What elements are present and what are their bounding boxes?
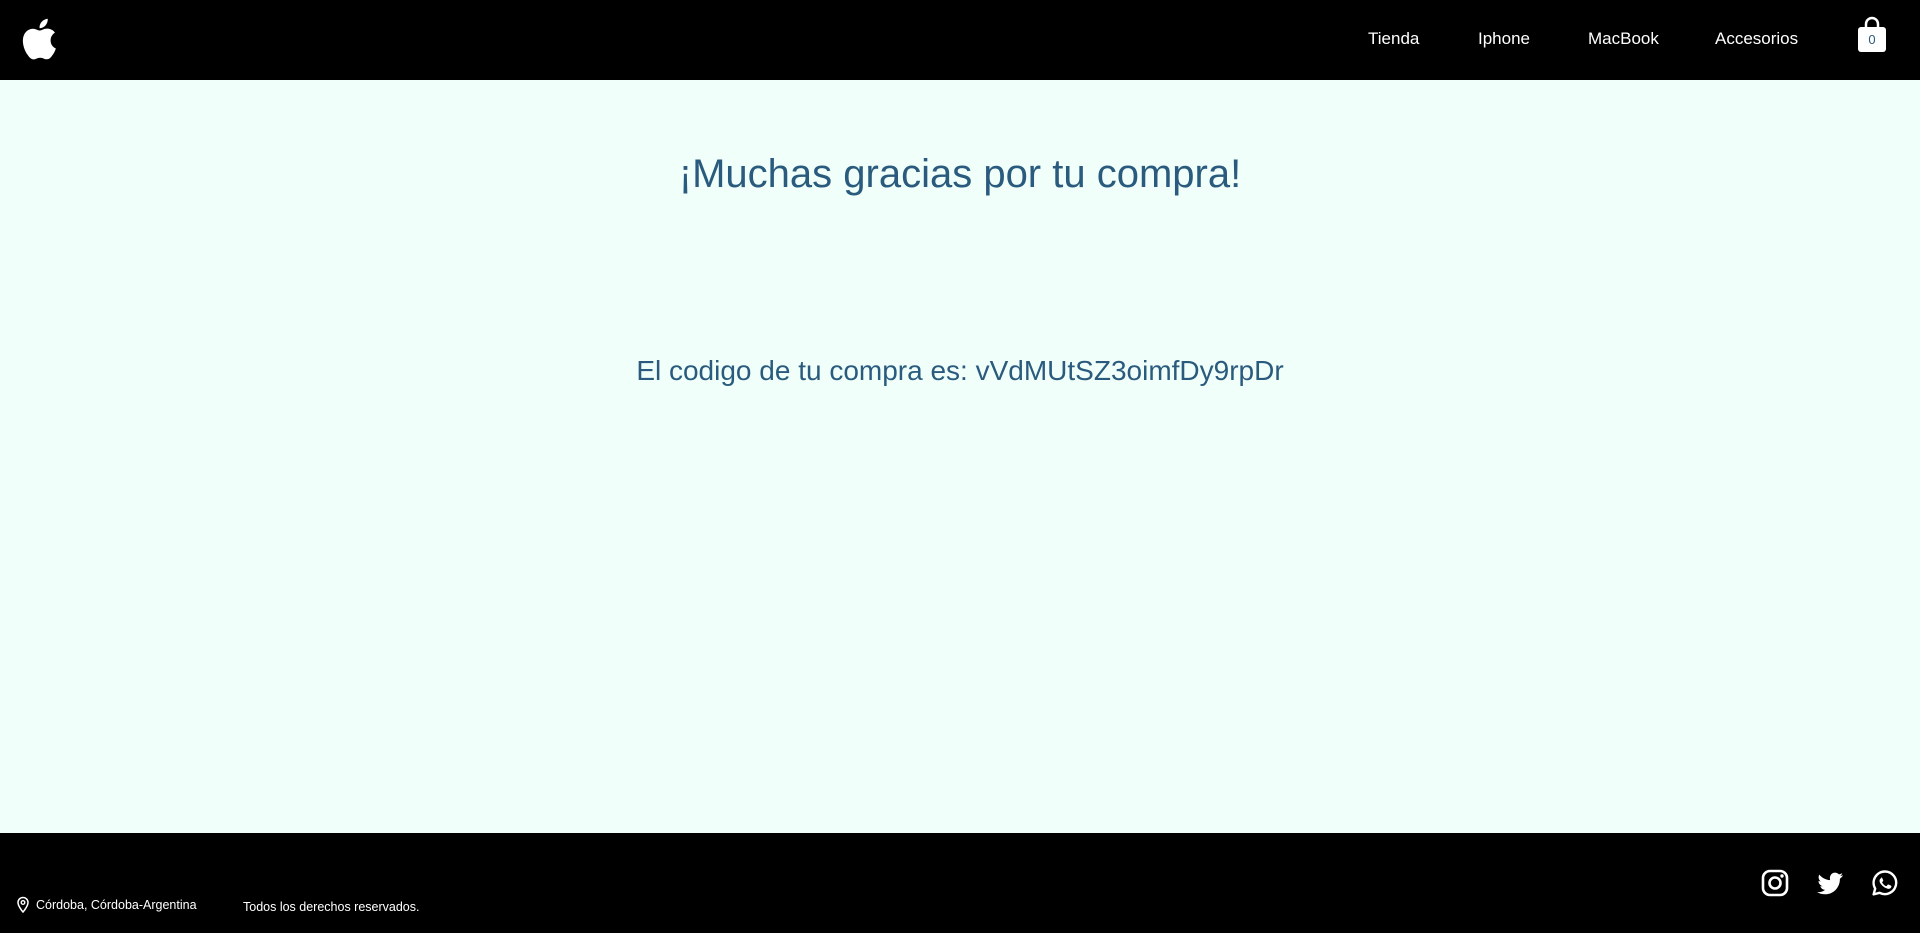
- main-nav: Tienda Iphone MacBook Accesorios: [0, 0, 1920, 80]
- instagram-icon[interactable]: [1761, 869, 1789, 897]
- nav-item-iphone[interactable]: Iphone: [1478, 29, 1530, 49]
- site-footer: Córdoba, Córdoba-Argentina Todos los der…: [0, 833, 1920, 933]
- footer-location-text: Córdoba, Córdoba-Argentina: [36, 898, 197, 912]
- cart-count-badge: 0: [1868, 32, 1876, 47]
- twitter-icon[interactable]: [1816, 869, 1844, 897]
- map-pin-icon: [17, 896, 29, 914]
- page-title: ¡Muchas gracias por tu compra!: [678, 152, 1242, 196]
- purchase-code-text: El codigo de tu compra es: vVdMUtSZ3oimf…: [636, 355, 1284, 386]
- nav-item-macbook[interactable]: MacBook: [1588, 29, 1659, 49]
- footer-location: Córdoba, Córdoba-Argentina: [16, 896, 197, 914]
- site-header: Tienda Iphone MacBook Accesorios 0: [0, 0, 1920, 80]
- nav-item-tienda[interactable]: Tienda: [1368, 29, 1419, 49]
- cart-button[interactable]: 0: [1856, 16, 1888, 54]
- main-content: ¡Muchas gracias por tu compra! El codigo…: [0, 80, 1920, 833]
- footer-rights-text: Todos los derechos reservados.: [243, 900, 420, 914]
- nav-item-accesorios[interactable]: Accesorios: [1715, 29, 1798, 49]
- whatsapp-icon[interactable]: [1871, 869, 1899, 897]
